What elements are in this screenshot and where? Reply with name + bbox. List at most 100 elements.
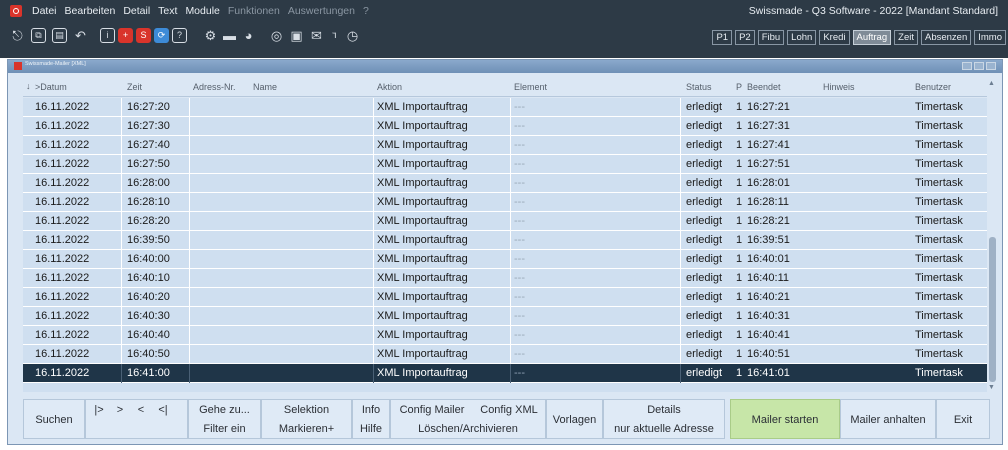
- mail-icon[interactable]: ✉: [309, 28, 324, 43]
- col-datum[interactable]: >Datum: [35, 82, 67, 92]
- cell-zeit: 16:40:20: [127, 291, 170, 303]
- menu-module[interactable]: Module: [181, 5, 223, 17]
- col-p[interactable]: P: [736, 82, 742, 92]
- tab-zeit[interactable]: Zeit: [894, 30, 918, 45]
- config-xml-button[interactable]: Config XML: [474, 401, 544, 419]
- table-row[interactable]: 16.11.2022 16:27:50 XML Importauftrag --- er…: [23, 155, 988, 174]
- exit-button[interactable]: Exit: [936, 399, 990, 439]
- cell-aktion: XML Importauftrag: [377, 310, 468, 322]
- tab-kredi[interactable]: Kredi: [819, 30, 850, 45]
- nav-first-button[interactable]: |>: [89, 401, 109, 419]
- minimize-icon[interactable]: [962, 62, 972, 70]
- details-button[interactable]: Details: [605, 401, 723, 419]
- table-row[interactable]: 16.11.2022 16:41:00 XML Importauftrag --- er…: [23, 364, 988, 383]
- loeschen-archivieren-button[interactable]: Löschen/Archivieren: [392, 420, 544, 438]
- markieren-button[interactable]: Markieren+: [263, 420, 350, 438]
- tab-p2[interactable]: P2: [735, 30, 755, 45]
- nav-prev-button[interactable]: <: [133, 401, 149, 419]
- menu-bearbeiten[interactable]: Bearbeiten: [61, 5, 120, 17]
- col-element[interactable]: Element: [514, 82, 547, 92]
- col-beendet[interactable]: Beendet: [747, 82, 781, 92]
- col-aktion[interactable]: Aktion: [377, 82, 402, 92]
- window-controls: [962, 62, 996, 70]
- config-mailer-button[interactable]: Config Mailer: [392, 401, 472, 419]
- table-row[interactable]: 16.11.2022 16:39:50 XML Importauftrag --- er…: [23, 231, 988, 250]
- table-row[interactable]: 16.11.2022 16:40:00 XML Importauftrag --- er…: [23, 250, 988, 269]
- cell-element: ---: [514, 215, 525, 227]
- tab-p1[interactable]: P1: [712, 30, 733, 45]
- menu-help[interactable]: ?: [359, 5, 373, 17]
- save-icon[interactable]: S: [136, 28, 151, 43]
- table-row[interactable]: 16.11.2022 16:28:10 XML Importauftrag --- er…: [23, 193, 988, 212]
- mailer-starten-button[interactable]: Mailer starten: [730, 399, 840, 439]
- cell-hinweis: [819, 212, 823, 231]
- menu-detail[interactable]: Detail: [119, 5, 154, 17]
- table-row[interactable]: 16.11.2022 16:28:20 XML Importauftrag --- er…: [23, 212, 988, 231]
- chart-icon[interactable]: ◕: [241, 28, 256, 43]
- tab-absenzen[interactable]: Absenzen: [920, 30, 972, 45]
- menu-funktionen[interactable]: Funktionen: [224, 5, 284, 17]
- scroll-thumb[interactable]: [989, 237, 996, 382]
- hilfe-button[interactable]: Hilfe: [354, 420, 388, 438]
- paste-icon[interactable]: ▤: [52, 28, 67, 43]
- table-row[interactable]: 16.11.2022 16:40:20 XML Importauftrag --- er…: [23, 288, 988, 307]
- settings-icon[interactable]: ⚙: [203, 28, 218, 43]
- col-zeit[interactable]: Zeit: [127, 82, 142, 92]
- tab-fibu[interactable]: Fibu: [757, 30, 785, 45]
- screen-icon[interactable]: ▣: [289, 28, 304, 43]
- col-status[interactable]: Status: [686, 82, 712, 92]
- nav-last-button[interactable]: <|: [153, 401, 173, 419]
- suchen-button[interactable]: Suchen: [23, 399, 85, 439]
- add-icon[interactable]: +: [118, 28, 133, 43]
- scroll-down-icon[interactable]: ▼: [988, 384, 995, 391]
- vorlagen-button[interactable]: Vorlagen: [546, 399, 603, 439]
- col-adress-nr[interactable]: Adress-Nr.: [193, 82, 236, 92]
- maximize-icon[interactable]: [974, 62, 984, 70]
- tab-lohn[interactable]: Lohn: [787, 30, 817, 45]
- cell-p: 1: [736, 329, 743, 341]
- copy-icon[interactable]: ⧉: [31, 28, 46, 43]
- exit-icon[interactable]: ⎋: [10, 28, 25, 43]
- table-row[interactable]: 16.11.2022 16:27:30 XML Importauftrag --- er…: [23, 117, 988, 136]
- mailer-anhalten-button[interactable]: Mailer anhalten: [840, 399, 936, 439]
- col-hinweis[interactable]: Hinweis: [823, 82, 855, 92]
- table-row[interactable]: 16.11.2022 16:40:50 XML Importauftrag --- er…: [23, 345, 988, 364]
- cell-adress-nr: [189, 212, 193, 231]
- cell-adress-nr: [189, 345, 193, 364]
- col-name[interactable]: Name: [253, 82, 277, 92]
- help-icon[interactable]: ?: [172, 28, 187, 43]
- clock-icon[interactable]: ◷: [345, 28, 360, 43]
- table-row[interactable]: 16.11.2022 16:40:10 XML Importauftrag --- er…: [23, 269, 988, 288]
- menu-datei[interactable]: Datei: [28, 5, 61, 17]
- info-button[interactable]: Info: [354, 401, 388, 419]
- selektion-button[interactable]: Selektion: [263, 401, 350, 419]
- tab-auftrag[interactable]: Auftrag: [852, 30, 892, 45]
- filter-ein-button[interactable]: Filter ein: [190, 420, 259, 438]
- preview-icon[interactable]: ◎: [269, 28, 284, 43]
- table-row[interactable]: 16.11.2022 16:28:00 XML Importauftrag --- er…: [23, 174, 988, 193]
- col-benutzer[interactable]: Benutzer: [915, 82, 951, 92]
- info-icon[interactable]: i: [100, 28, 115, 43]
- gehe-zu-button[interactable]: Gehe zu...: [190, 401, 259, 419]
- nav-next-button[interactable]: >: [112, 401, 128, 419]
- nur-aktuelle-adresse-button[interactable]: nur aktuelle Adresse: [605, 420, 723, 438]
- vertical-scrollbar[interactable]: ▲ ▼: [987, 79, 998, 392]
- scroll-up-icon[interactable]: ▲: [988, 80, 995, 87]
- table-row[interactable]: 16.11.2022 16:40:40 XML Importauftrag --- er…: [23, 326, 988, 345]
- cell-name: [249, 269, 253, 288]
- table-row[interactable]: 16.11.2022 16:40:30 XML Importauftrag --- er…: [23, 307, 988, 326]
- cell-status: erledigt: [686, 196, 723, 208]
- print-icon[interactable]: ▬: [222, 28, 237, 43]
- menu-auswertungen[interactable]: Auswertungen: [284, 5, 359, 17]
- undo-icon[interactable]: ↶: [73, 28, 88, 43]
- tab-immo[interactable]: Immo: [974, 30, 1006, 45]
- refresh-icon[interactable]: ⟳: [154, 28, 169, 43]
- menu-text[interactable]: Text: [154, 5, 181, 17]
- table-row[interactable]: 16.11.2022 16:27:20 XML Importauftrag --- er…: [23, 98, 988, 117]
- cell-aktion: XML Importauftrag: [377, 139, 468, 151]
- close-icon[interactable]: [986, 62, 996, 70]
- cell-datum: 16.11.2022: [35, 348, 90, 360]
- table-row[interactable]: 16.11.2022 16:27:40 XML Importauftrag --- er…: [23, 136, 988, 155]
- cell-name: [249, 250, 253, 269]
- users-icon[interactable]: ꭋ: [327, 28, 342, 43]
